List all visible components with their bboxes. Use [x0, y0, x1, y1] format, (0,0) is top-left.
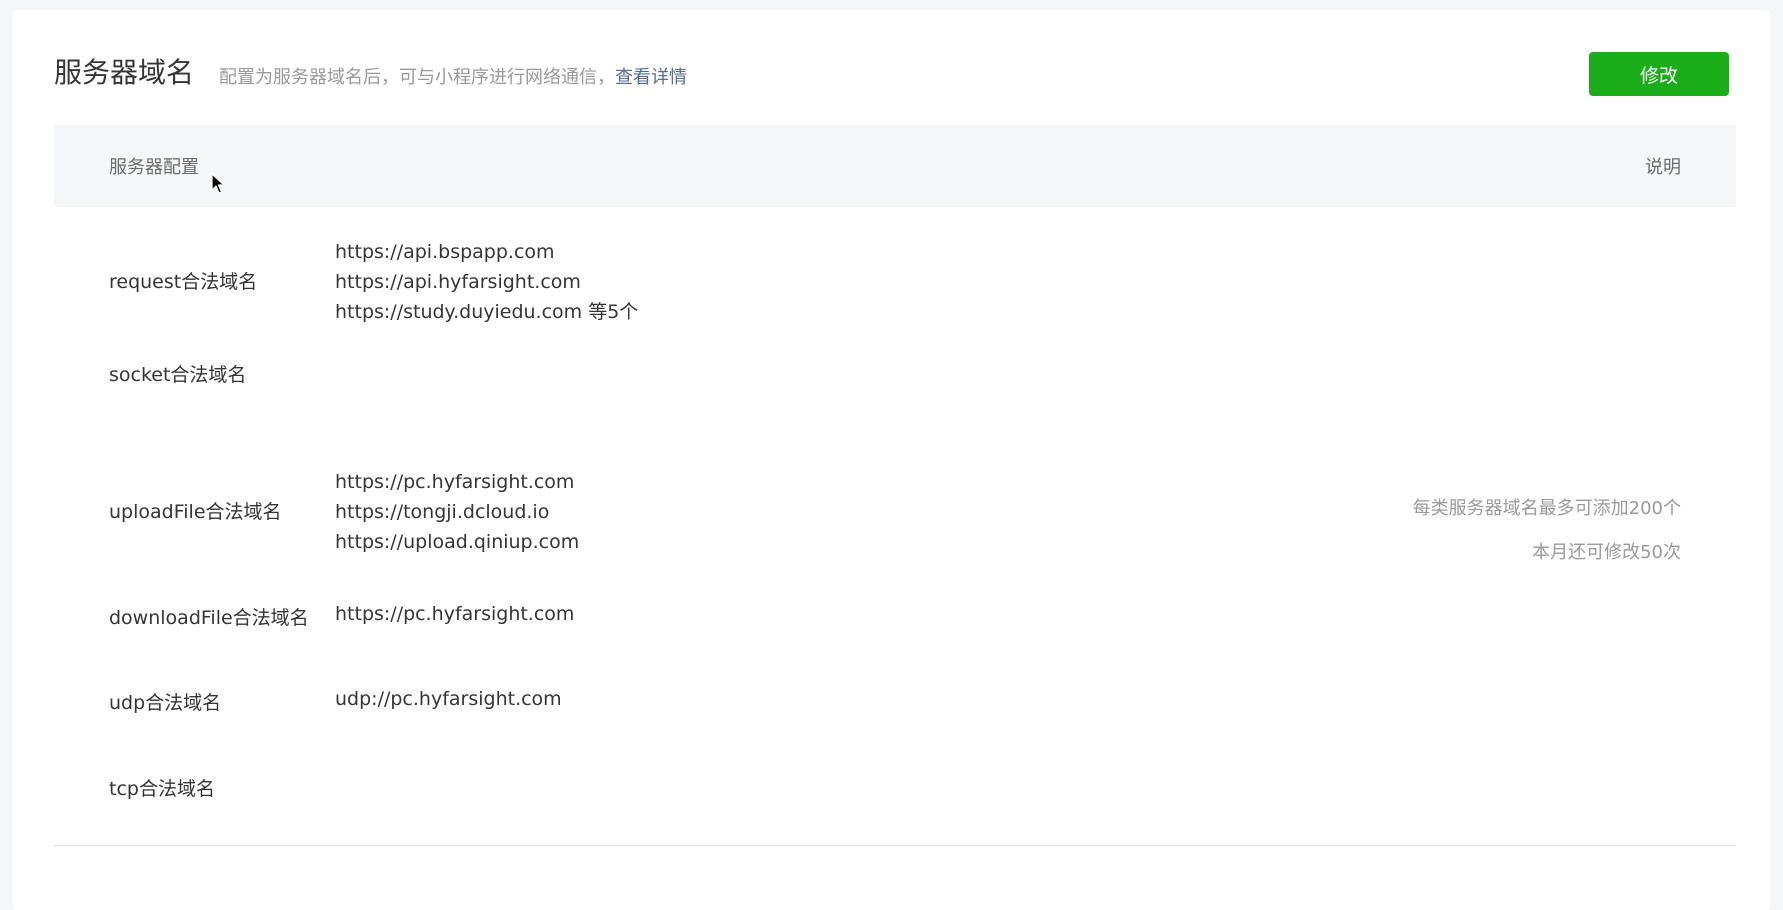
- section-description: 配置为服务器域名后，可与小程序进行网络通信，查看详情: [219, 66, 687, 90]
- row-values: https://pc.hyfarsight.com: [335, 599, 574, 629]
- edit-button[interactable]: 修改: [1589, 52, 1729, 96]
- mouse-pointer-icon: [211, 173, 225, 194]
- row-values: https://api.bspapp.com https://api.hyfar…: [335, 237, 638, 327]
- table-body: request合法域名 https://api.bspapp.com https…: [54, 207, 1736, 846]
- row-values: https://pc.hyfarsight.com https://tongji…: [335, 467, 579, 557]
- table-header: 服务器配置 说明: [54, 125, 1736, 207]
- server-config-table: 服务器配置 说明 request合法域名 https://api.bspapp.…: [54, 125, 1736, 846]
- domain-value: https://api.bspapp.com: [335, 241, 555, 263]
- domain-value: https://pc.hyfarsight.com: [335, 471, 575, 493]
- row-label: udp合法域名: [109, 692, 222, 714]
- row-label: downloadFile合法域名: [109, 607, 309, 629]
- domain-value: https://pc.hyfarsight.com: [335, 603, 575, 625]
- row-values: udp://pc.hyfarsight.com: [335, 684, 562, 714]
- row-label: uploadFile合法域名: [109, 501, 282, 523]
- column-header-config: 服务器配置: [109, 157, 199, 178]
- row-label: request合法域名: [109, 271, 258, 293]
- domain-value: https://study.duyiedu.com 等5个: [335, 301, 639, 323]
- domain-value: udp://pc.hyfarsight.com: [335, 688, 562, 710]
- notes-column: 每类服务器域名最多可添加200个 本月还可修改50次: [1413, 487, 1681, 575]
- section-title: 服务器域名: [54, 56, 195, 89]
- server-domain-card: 服务器域名 配置为服务器域名后，可与小程序进行网络通信，查看详情 修改 服务器配…: [13, 10, 1770, 910]
- row-label: tcp合法域名: [109, 778, 215, 800]
- domain-value: https://tongji.dcloud.io: [335, 501, 550, 523]
- domain-value: https://api.hyfarsight.com: [335, 271, 581, 293]
- domain-value: https://upload.qiniup.com: [335, 531, 580, 553]
- description-text: 配置为服务器域名后，可与小程序进行网络通信，: [219, 67, 615, 88]
- row-label: socket合法域名: [109, 364, 247, 386]
- note-remaining-edits: 本月还可修改50次: [1532, 542, 1681, 563]
- view-details-link[interactable]: 查看详情: [615, 67, 687, 88]
- note-max-domains: 每类服务器域名最多可添加200个: [1412, 498, 1681, 519]
- section-header: 服务器域名 配置为服务器域名后，可与小程序进行网络通信，查看详情 修改: [54, 48, 1729, 98]
- column-header-note: 说明: [1645, 157, 1681, 178]
